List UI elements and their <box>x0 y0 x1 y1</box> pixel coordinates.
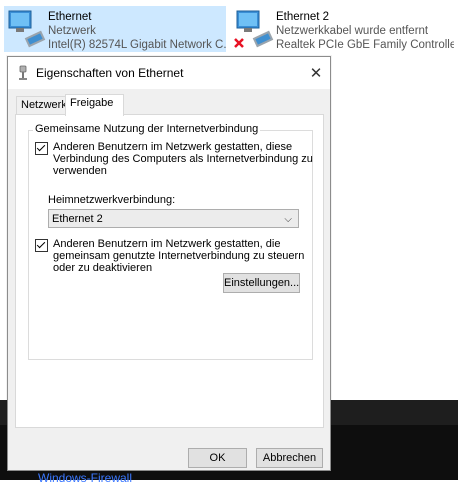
allow-sharing-label: Anderen Benutzern im Netzwerk gestatten,… <box>53 141 313 177</box>
network-item-type: Netzwerkkabel wurde entfernt <box>276 25 429 37</box>
home-network-select[interactable]: Ethernet 2 ⌵ <box>48 209 299 228</box>
tab-netzwerk[interactable]: Netzwerk <box>16 96 72 115</box>
network-item-ethernet-2[interactable]: Ethernet 2 Netzwerkkabel wurde entfernt … <box>232 6 454 52</box>
properties-dialog: Eigenschaften von Ethernet ✕ Netzwerk Fr… <box>7 56 331 471</box>
network-properties-icon <box>17 65 29 81</box>
ics-group-title: Gemeinsame Nutzung der Internetverbindun… <box>33 123 261 135</box>
network-item-adapter: Realtek PCIe GbE Family Controller <box>276 39 454 51</box>
windows-firewall-link[interactable]: Windows-Firewall <box>38 471 132 485</box>
network-item-adapter: Intel(R) 82574L Gigabit Network C... <box>48 39 226 51</box>
home-network-label: Heimnetzwerkverbindung: <box>48 194 176 206</box>
tab-freigabe[interactable]: Freigabe <box>65 94 124 116</box>
allow-control-checkbox-row[interactable]: Anderen Benutzern im Netzwerk gestatten,… <box>35 238 315 274</box>
network-adapter-disconnected-icon <box>232 6 276 50</box>
close-button[interactable]: ✕ <box>302 57 330 89</box>
network-adapter-icon <box>4 6 48 50</box>
allow-control-label: Anderen Benutzern im Netzwerk gestatten,… <box>53 238 305 274</box>
freigabe-tab-panel: Gemeinsame Nutzung der Internetverbindun… <box>15 114 324 428</box>
dialog-titlebar[interactable]: Eigenschaften von Ethernet ✕ <box>8 57 330 89</box>
allow-control-checkbox[interactable] <box>35 239 48 252</box>
ok-button[interactable]: OK <box>188 448 247 468</box>
chevron-down-icon: ⌵ <box>284 214 292 225</box>
allow-sharing-checkbox-row[interactable]: Anderen Benutzern im Netzwerk gestatten,… <box>35 141 315 177</box>
ics-groupbox: Gemeinsame Nutzung der Internetverbindun… <box>28 123 315 360</box>
network-item-name: Ethernet <box>48 11 92 23</box>
network-item-type: Netzwerk <box>48 25 96 37</box>
network-item-name: Ethernet 2 <box>276 11 330 23</box>
dialog-title: Eigenschaften von Ethernet <box>36 66 184 80</box>
network-item-ethernet[interactable]: Ethernet Netzwerk Intel(R) 82574L Gigabi… <box>4 6 226 52</box>
home-network-value: Ethernet 2 <box>52 213 103 225</box>
close-icon: ✕ <box>309 65 323 82</box>
settings-button[interactable]: Einstellungen... <box>223 273 300 293</box>
allow-sharing-checkbox[interactable] <box>35 142 48 155</box>
cancel-button[interactable]: Abbrechen <box>256 448 323 468</box>
